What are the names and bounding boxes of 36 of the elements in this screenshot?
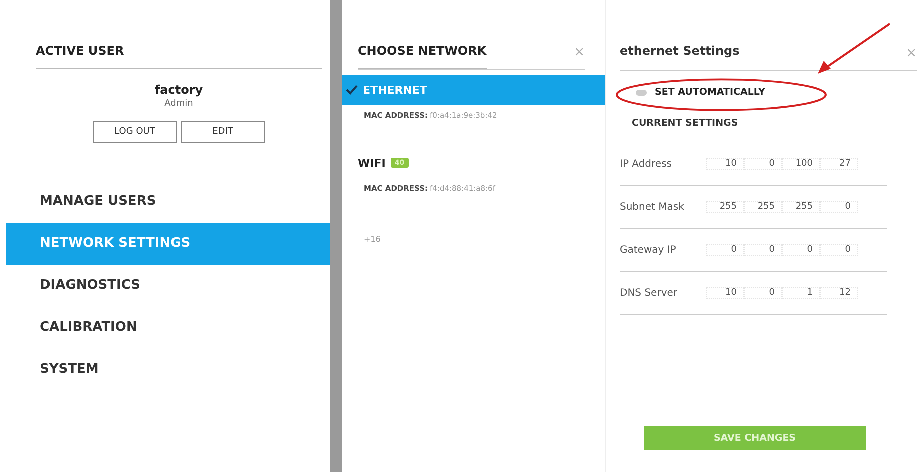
octet-field[interactable]: 0 [744,158,782,170]
octet-field[interactable]: 0 [820,244,858,256]
field-label: Gateway IP [620,244,678,256]
octet-field[interactable]: 255 [782,201,820,213]
octet-field[interactable]: 255 [744,201,782,213]
check-icon [346,85,358,95]
field-label: Subnet Mask [620,202,686,212]
octet-field[interactable]: 0 [782,244,820,256]
field-label: IP Address [620,158,673,170]
network-count: +16 [363,235,382,244]
menu-item[interactable]: SYSTEM [0,349,330,391]
octet-field[interactable]: 10 [706,287,744,299]
user-action-button[interactable]: LOG OUT [93,121,177,143]
menu-item[interactable]: DIAGNOSTICS [0,265,330,307]
field-label: DNS Server [620,288,678,298]
user-role: Admin [164,99,194,109]
octet-field[interactable]: 100 [782,158,820,170]
user-action-button[interactable]: EDIT [181,121,265,143]
user-name: factory [154,83,204,97]
octet-field[interactable]: 0 [744,287,782,299]
octet-field[interactable]: 27 [820,158,858,170]
octet-field[interactable]: 0 [744,244,782,256]
octet-field[interactable]: 10 [706,158,744,170]
octet-field[interactable]: 0 [820,201,858,213]
toggle-switch[interactable] [636,90,647,96]
panel-heading: ACTIVE USER [36,36,322,69]
toggle-label: SET AUTOMATICALLY [655,87,766,98]
menu-item[interactable]: CALIBRATION [0,307,330,349]
octet-field[interactable]: 1 [782,287,820,299]
section-heading: CURRENT SETTINGS [632,118,740,129]
octet-field[interactable]: 0 [706,244,744,256]
menu-item[interactable]: MANAGE USERS [0,181,330,223]
panel-heading: ethernet Settings [620,43,740,60]
octet-field[interactable]: 255 [706,201,744,213]
panel-heading: CHOOSE NETWORK [358,36,487,69]
octet-field[interactable]: 12 [820,287,858,299]
